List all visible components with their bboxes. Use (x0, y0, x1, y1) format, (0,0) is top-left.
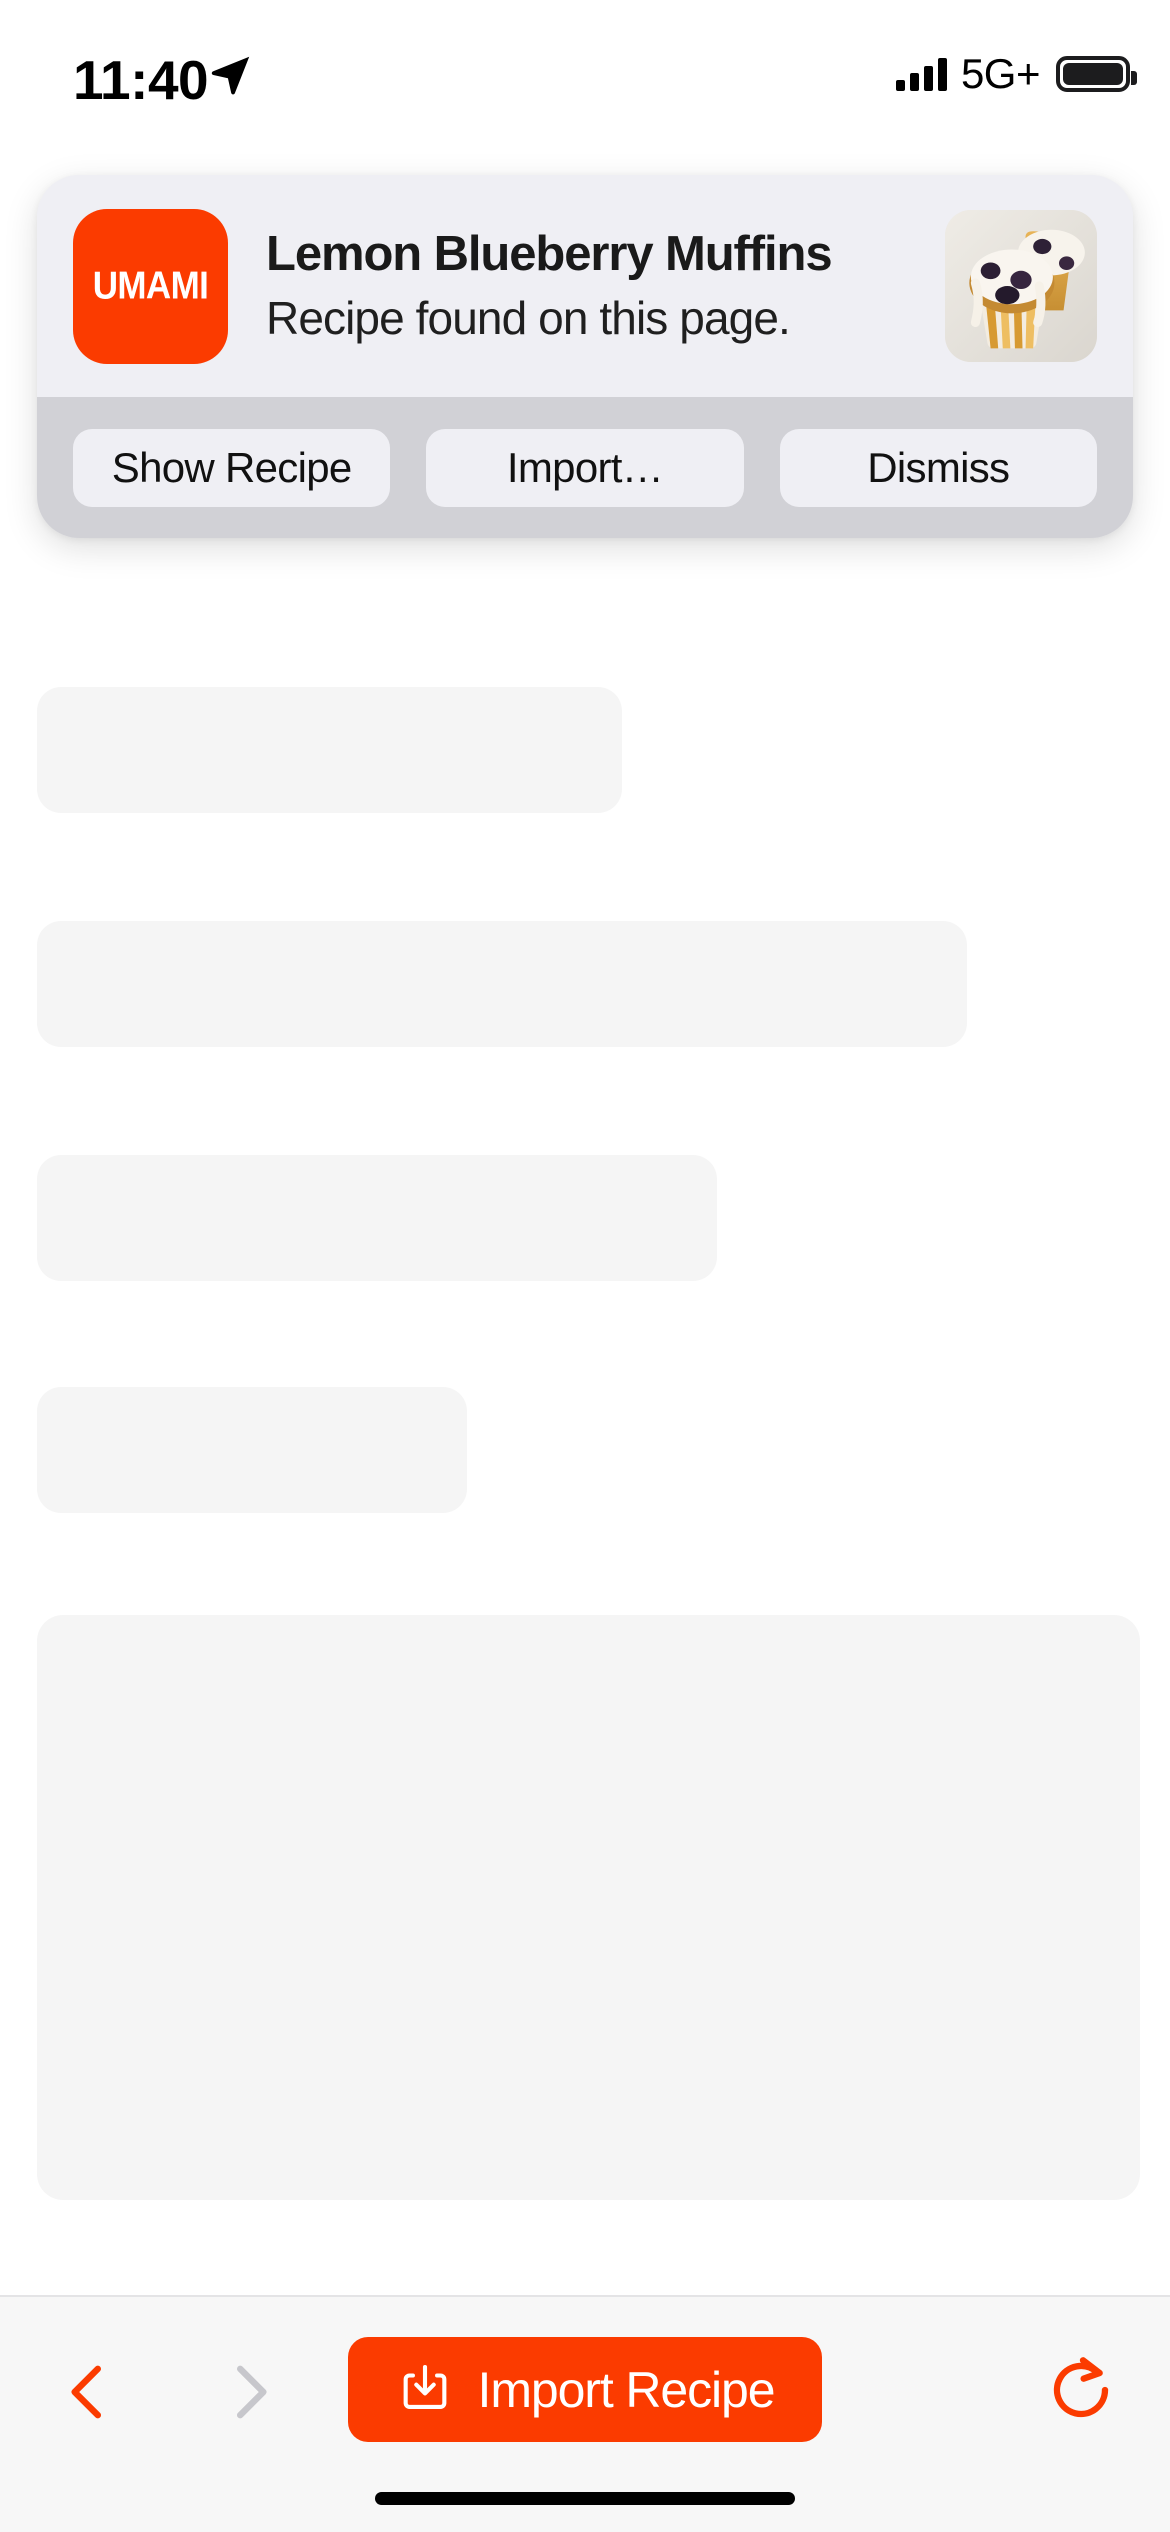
location-arrow-icon (211, 56, 250, 95)
banner-actions-row: Show Recipe Import… Dismiss (37, 397, 1133, 538)
status-bar-time: 11:40 (73, 49, 209, 111)
status-bar-indicators: 5G+ (895, 50, 1137, 98)
import-recipe-button-label: Import Recipe (477, 2361, 776, 2418)
skeleton-placeholder-block (37, 921, 967, 1047)
recipe-detected-banner[interactable]: UMAMI Lemon Blueberry Muffins Recipe fou… (37, 175, 1133, 538)
skeleton-placeholder-block (37, 1155, 717, 1281)
battery-full-icon (1056, 56, 1137, 92)
chevron-left-icon (71, 2365, 102, 2419)
forward-button (196, 2337, 306, 2447)
reload-circular-arrow-icon (1053, 2357, 1109, 2418)
phone-screen: 11:40 5G+ UMAMI Lemon Blueberry Muffins … (0, 0, 1170, 2532)
status-bar: 11:40 5G+ (0, 0, 1170, 160)
recipe-thumbnail-muffins (945, 210, 1097, 362)
chevron-right-icon (236, 2365, 267, 2419)
umami-app-icon: UMAMI (73, 208, 228, 364)
skeleton-placeholder-block (37, 1615, 1140, 2200)
import-download-icon (403, 2364, 446, 2409)
reload-button[interactable] (1026, 2335, 1136, 2445)
import-button[interactable]: Import… (426, 428, 744, 507)
skeleton-placeholder-block (37, 1387, 467, 1513)
banner-text-block: Lemon Blueberry Muffins Recipe found on … (228, 226, 945, 346)
umami-app-icon-label: UMAMI (92, 263, 209, 308)
banner-title: Lemon Blueberry Muffins (266, 227, 833, 282)
cellular-signal-icon (895, 57, 947, 91)
network-type-label: 5G+ (960, 50, 1041, 97)
banner-content-row: UMAMI Lemon Blueberry Muffins Recipe fou… (37, 175, 1133, 397)
banner-subtitle: Recipe found on this page. (266, 291, 791, 344)
browser-toolbar: Import Recipe (0, 2295, 1170, 2532)
skeleton-placeholder-block (37, 687, 622, 813)
back-button[interactable] (32, 2337, 142, 2447)
show-recipe-button[interactable]: Show Recipe (73, 428, 391, 507)
home-indicator (375, 2492, 795, 2505)
dismiss-button[interactable]: Dismiss (779, 428, 1097, 507)
import-recipe-button[interactable]: Import Recipe (348, 2337, 822, 2442)
